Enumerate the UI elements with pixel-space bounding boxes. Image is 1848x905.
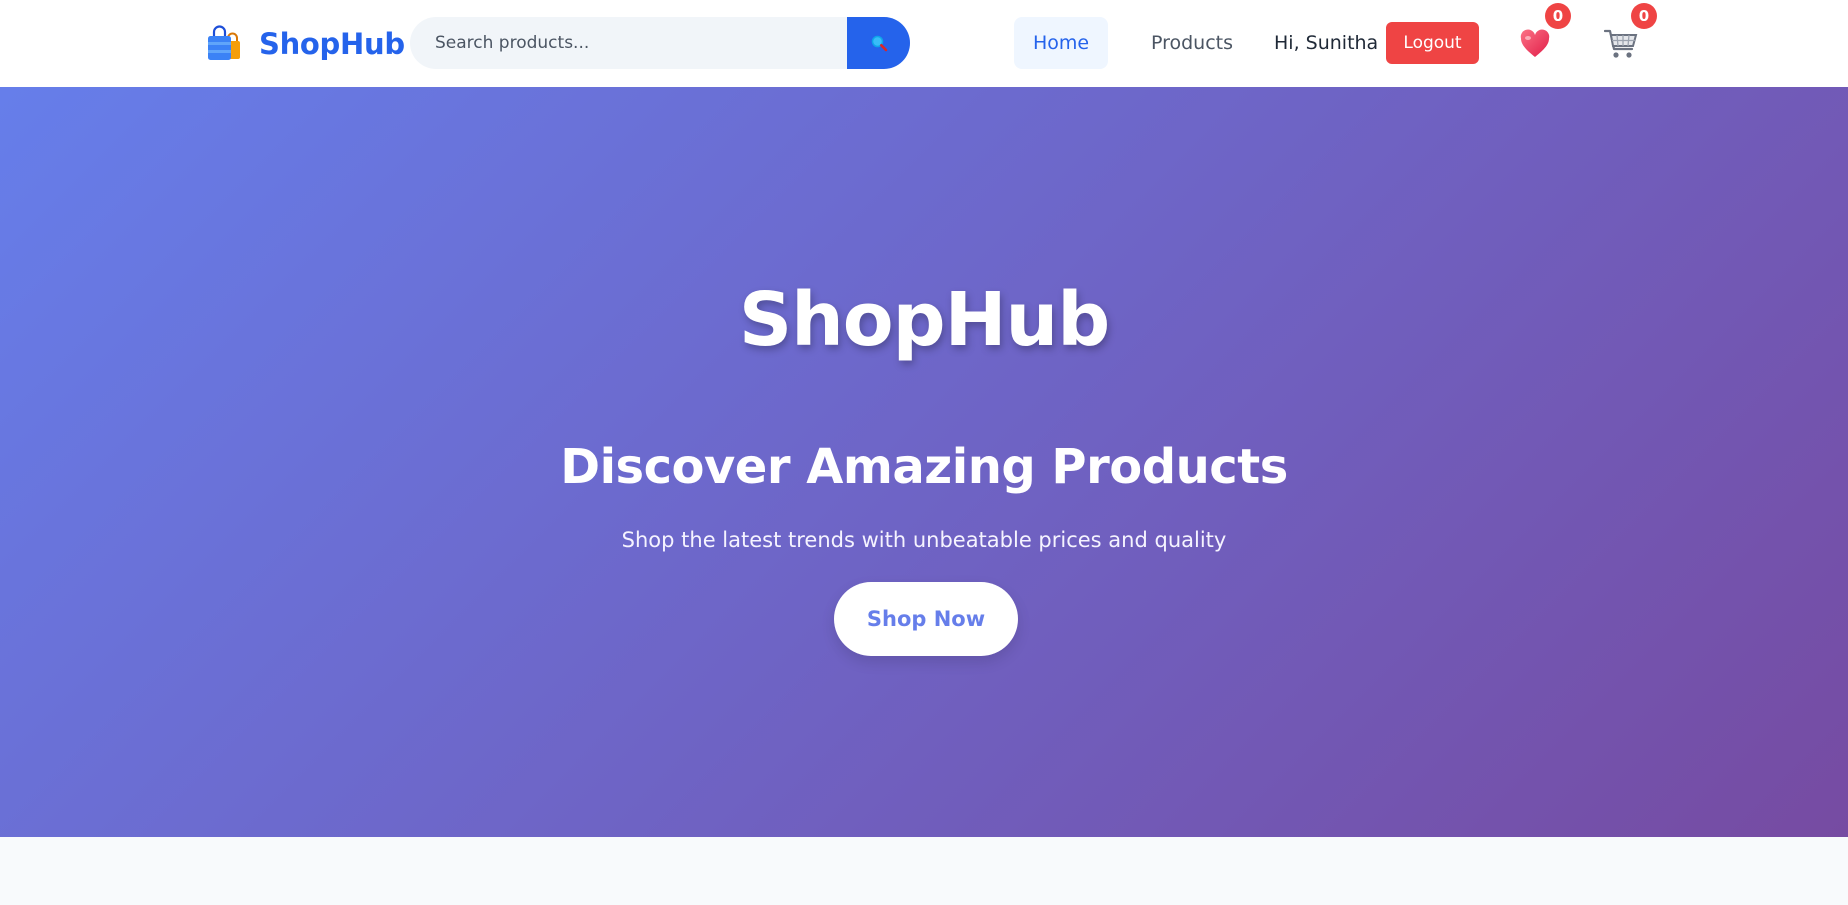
brand-link[interactable]: ShopHub bbox=[206, 24, 405, 64]
search-icon bbox=[871, 35, 887, 52]
logout-button[interactable]: Logout bbox=[1386, 22, 1479, 64]
hero-subtitle: Discover Amazing Products bbox=[560, 439, 1288, 495]
hero-tagline: Shop the latest trends with unbeatable p… bbox=[621, 528, 1227, 552]
nav-products-link[interactable]: Products bbox=[1138, 17, 1246, 69]
shop-now-button[interactable]: Shop Now bbox=[834, 582, 1018, 656]
search-bar bbox=[410, 17, 910, 69]
cart-count-badge: 0 bbox=[1631, 3, 1657, 29]
nav-home-link[interactable]: Home bbox=[1014, 17, 1108, 69]
hero-title: ShopHub bbox=[738, 277, 1110, 363]
brand-name: ShopHub bbox=[259, 27, 405, 61]
hero-banner: ShopHub Discover Amazing Products Shop t… bbox=[0, 87, 1848, 837]
cart-icon bbox=[1604, 29, 1638, 58]
user-greeting: Hi, Sunitha bbox=[1274, 32, 1379, 54]
search-input[interactable] bbox=[410, 17, 847, 69]
search-button[interactable] bbox=[847, 17, 910, 69]
cart-button[interactable] bbox=[1602, 25, 1640, 63]
wishlist-button[interactable] bbox=[1516, 25, 1554, 63]
heart-icon bbox=[1520, 29, 1550, 57]
content-area bbox=[0, 837, 1848, 905]
navbar: ShopHub Home Products Hi, Sunitha Logout… bbox=[0, 0, 1848, 87]
shopping-bags-icon bbox=[208, 25, 240, 60]
wishlist-count-badge: 0 bbox=[1545, 3, 1571, 29]
